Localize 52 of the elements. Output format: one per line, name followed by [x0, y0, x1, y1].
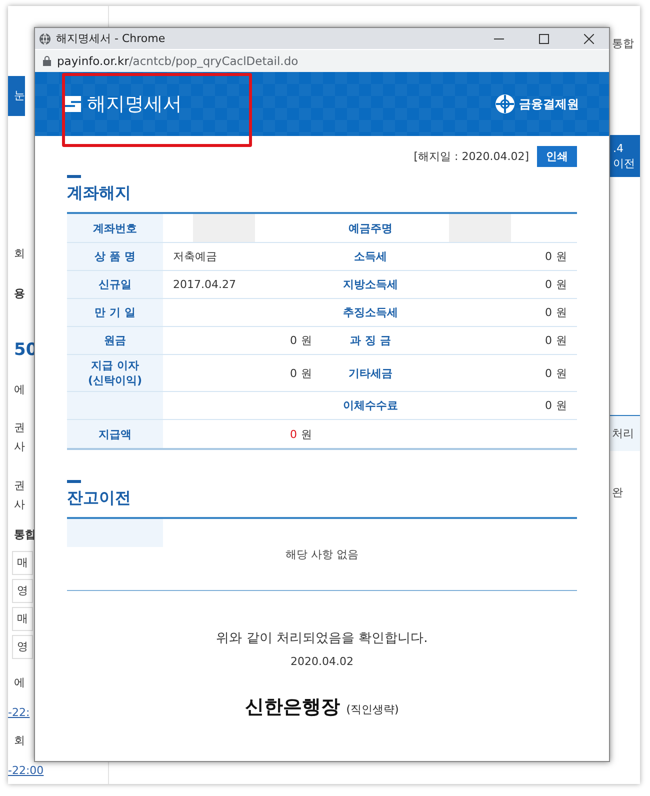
close-icon[interactable]	[584, 34, 594, 44]
page-text: 에	[13, 382, 25, 398]
page-text: 완	[611, 485, 624, 500]
table-cell: 매	[12, 607, 33, 631]
table-cell: 영	[12, 635, 33, 659]
empty-message: 해당 사항 없음	[67, 547, 577, 591]
label-cell: 만 기 일	[67, 299, 163, 327]
emblem-icon	[495, 94, 515, 114]
page-text: 회	[13, 246, 25, 262]
maximize-icon[interactable]	[539, 34, 549, 44]
value-cell: 0 원	[419, 392, 577, 420]
page-title: 해지명세서	[87, 92, 182, 117]
value-cell: 0 원	[419, 355, 577, 392]
page-text: 에	[13, 675, 25, 691]
label-cell: 신규일	[67, 271, 163, 299]
section-title: 계좌해지	[67, 178, 131, 204]
page-text: 통합	[611, 36, 635, 51]
org-name: 금융결제원	[519, 96, 579, 112]
table-cell: 매	[12, 551, 33, 575]
value-cell: 0 원	[419, 243, 577, 271]
seal-note: (직인생략)	[346, 702, 399, 717]
section-title: 잔고이전	[67, 483, 131, 509]
value-cell: 0 원	[419, 327, 577, 355]
confirmation-text: 위와 같이 처리되었음을 확인합니다.	[215, 630, 429, 647]
page-text: 사	[13, 439, 25, 455]
signer-name: 신한은행장	[245, 695, 340, 720]
window-title: 해지명세서 - Chrome	[56, 31, 166, 46]
label-cell: 상 품 명	[67, 243, 163, 271]
page-text: 권	[13, 420, 25, 436]
table-cell: 영	[12, 579, 33, 603]
page-text: 눈	[8, 76, 25, 116]
time-link[interactable]: -22:	[8, 705, 30, 721]
value-cell-text: 0 원	[289, 426, 313, 442]
value-cell: 0 원	[419, 299, 577, 327]
page-text: 권	[13, 478, 25, 494]
globe-icon	[39, 32, 51, 44]
lock-icon	[43, 56, 51, 66]
table-header: 처리	[610, 415, 640, 451]
label-cell: 지급 이자 (신탁이익)	[67, 355, 163, 392]
page-text: 회	[13, 733, 25, 749]
label-cell: 지급액	[67, 420, 163, 448]
value-cell: 0 원	[419, 271, 577, 299]
page-text: 용	[13, 286, 25, 302]
label-cell: 원금	[67, 327, 163, 355]
logo-icon	[65, 96, 81, 112]
confirmation-date: 2020.04.02	[290, 655, 354, 668]
time-link[interactable]: -22:00	[8, 763, 44, 779]
notice-banner: .4 이전	[610, 135, 640, 177]
print-button[interactable]: 인쇄	[537, 146, 577, 167]
termination-date: [해지일 : 2020.04.02]	[414, 149, 529, 164]
page-text: 사	[13, 497, 25, 513]
label-cell: 계좌번호	[67, 214, 163, 243]
